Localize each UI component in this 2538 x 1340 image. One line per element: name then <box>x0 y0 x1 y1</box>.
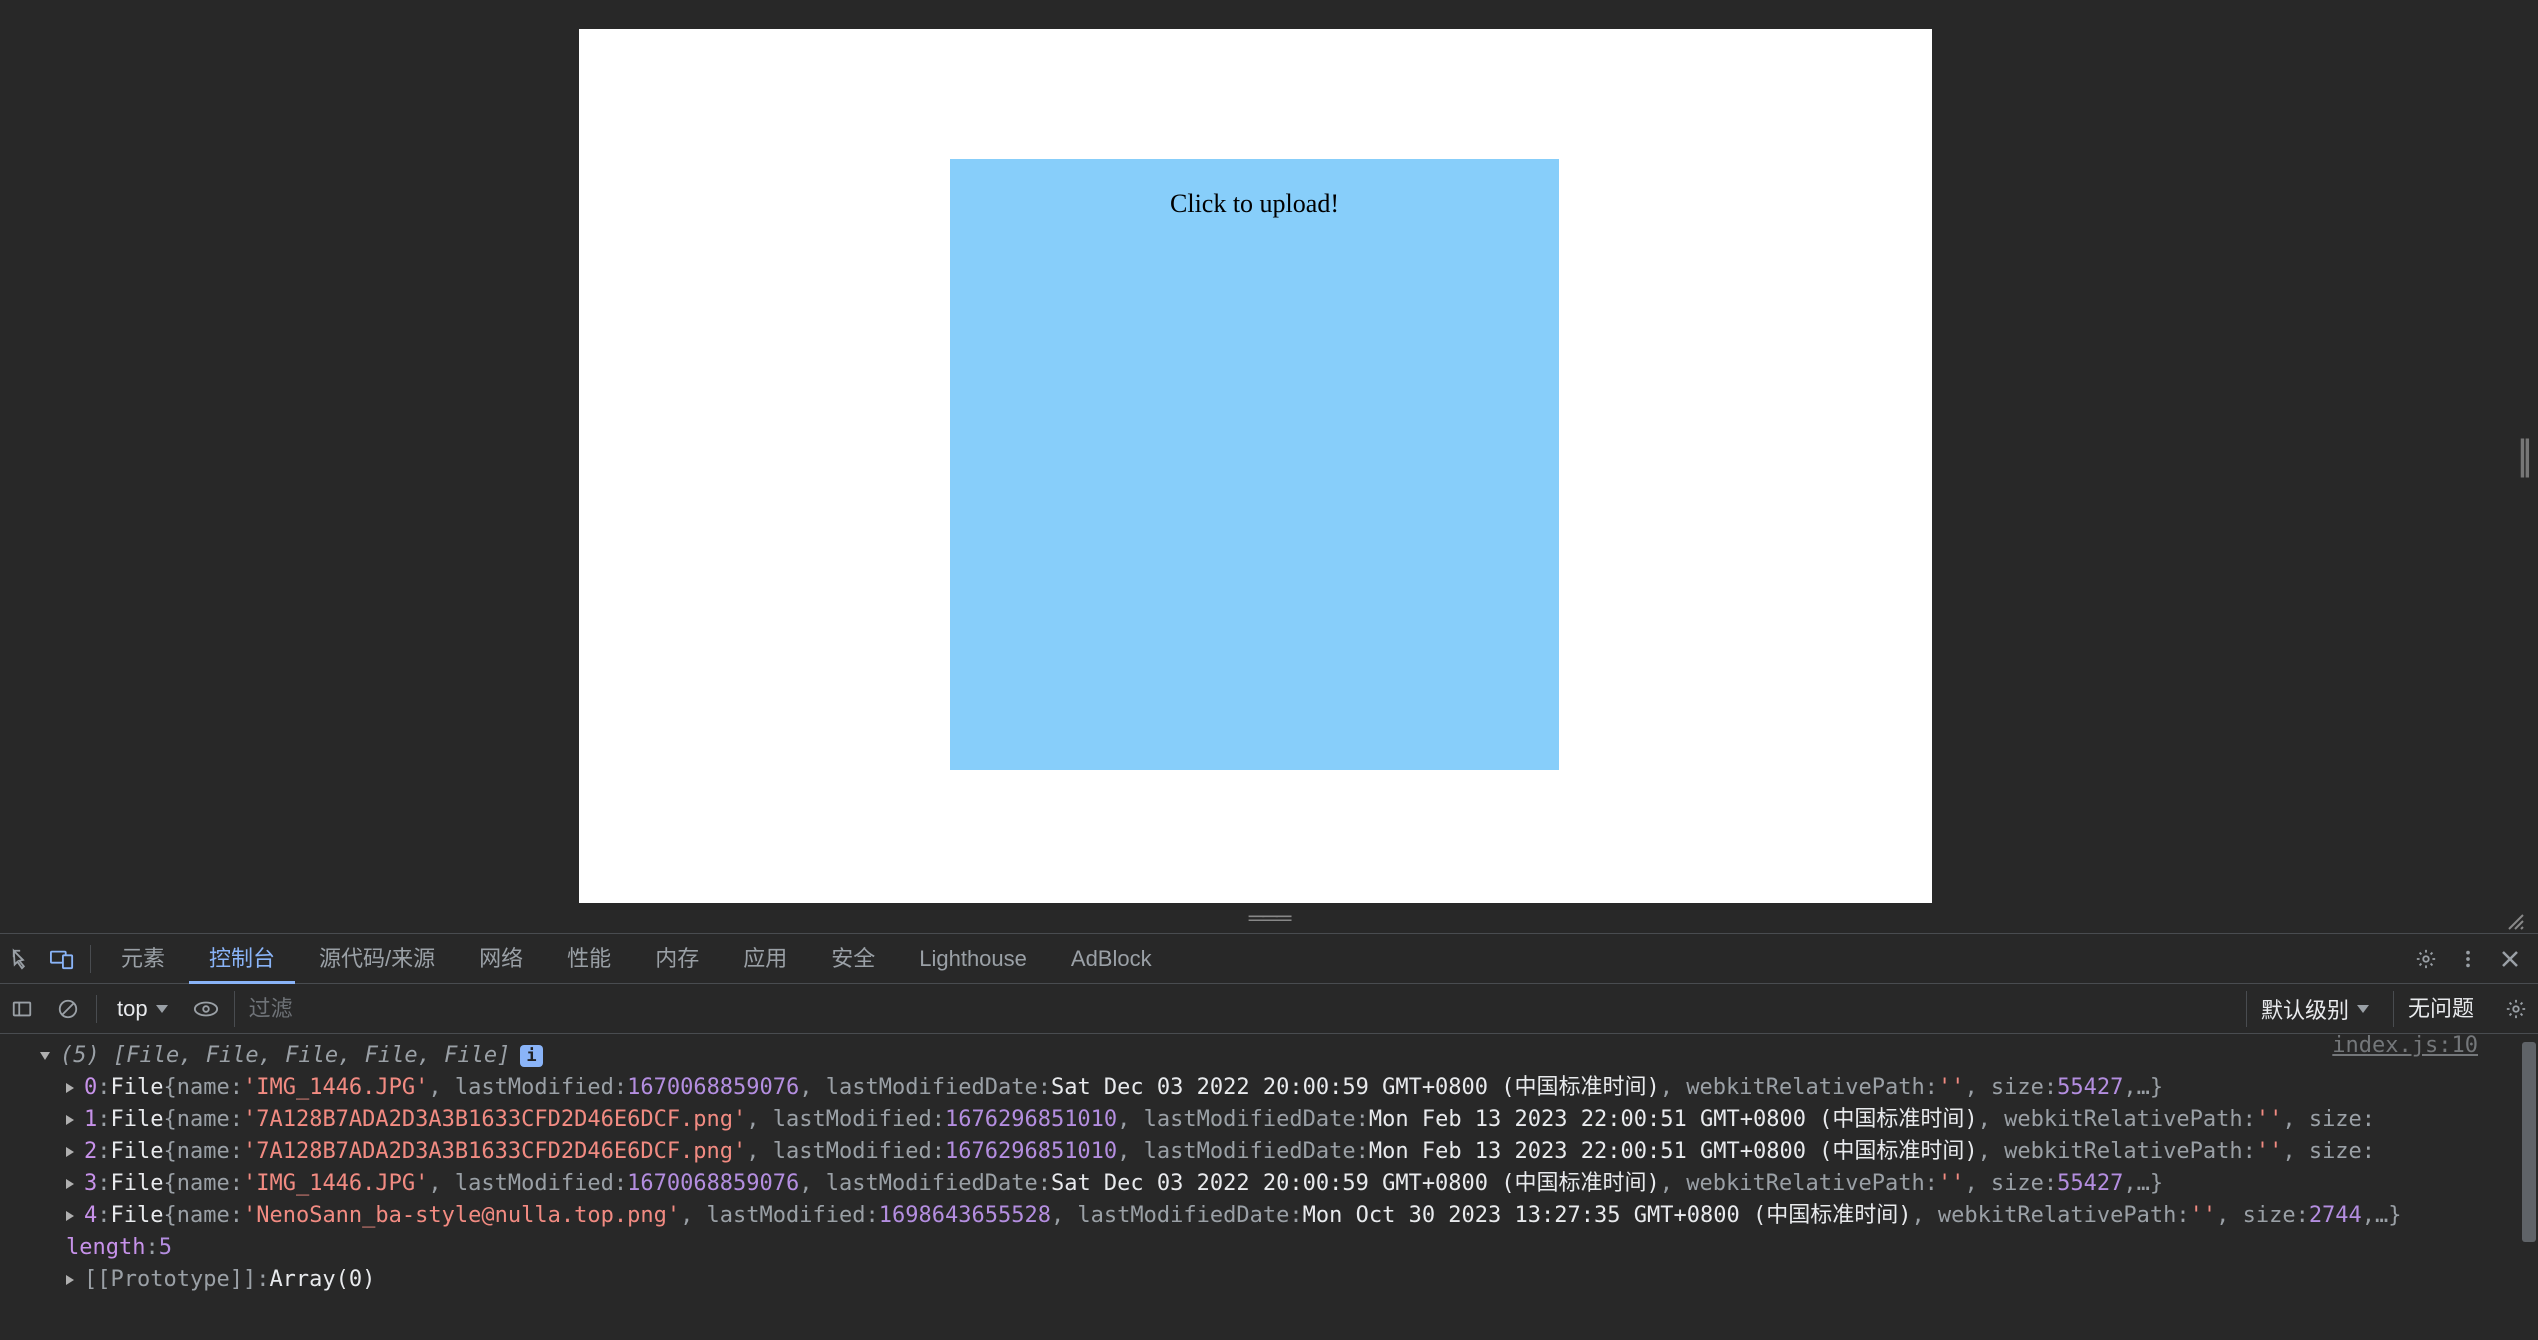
close-icon[interactable] <box>2492 941 2528 977</box>
scrollbar[interactable] <box>2520 1034 2538 1340</box>
console-toolbar: top 默认级别 无问题 <box>0 984 2538 1034</box>
file-entry-row[interactable]: 4: File {name: 'NenoSann_ba-style@nulla.… <box>10 1200 2528 1232</box>
issues-button[interactable]: 无问题 <box>2393 991 2488 1027</box>
tab-memory[interactable]: 内存 <box>635 934 719 984</box>
tab-sources[interactable]: 源代码/来源 <box>299 934 455 984</box>
context-label: top <box>117 996 148 1022</box>
tab-console[interactable]: 控制台 <box>189 934 295 984</box>
execution-context-select[interactable]: top <box>107 996 178 1022</box>
console-settings-icon[interactable] <box>2498 991 2534 1027</box>
chevron-down-icon <box>2357 1005 2369 1013</box>
source-link[interactable]: index.js:10 <box>2332 1034 2478 1062</box>
chevron-down-icon <box>156 1005 168 1013</box>
settings-icon[interactable] <box>2408 941 2444 977</box>
expand-toggle-icon[interactable] <box>66 1275 74 1285</box>
array-summary-row[interactable]: (5) [File, File, File, File, File] i <box>10 1040 2528 1072</box>
prototype-value: Array(0) <box>269 1264 375 1296</box>
tab-lighthouse[interactable]: Lighthouse <box>899 934 1047 984</box>
array-summary: (5) [File, File, File, File, File] <box>60 1040 510 1072</box>
expand-toggle-icon[interactable] <box>66 1211 74 1221</box>
devtools-tab-bar: 元素 控制台 源代码/来源 网络 性能 内存 应用 安全 Lighthouse … <box>0 934 2538 984</box>
expand-toggle-icon[interactable] <box>66 1083 74 1093</box>
length-key: length <box>66 1232 145 1264</box>
scrollbar-thumb[interactable] <box>2522 1042 2536 1242</box>
expand-toggle-icon[interactable] <box>66 1179 74 1189</box>
file-entry-row[interactable]: 1: File {name: '7A128B7ADA2D3A3B1633CFD2… <box>10 1104 2528 1136</box>
sidebar-toggle-icon[interactable] <box>4 991 40 1027</box>
tab-security[interactable]: 安全 <box>811 934 895 984</box>
file-entry-row[interactable]: 2: File {name: '7A128B7ADA2D3A3B1633CFD2… <box>10 1136 2528 1168</box>
expand-toggle-icon[interactable] <box>66 1147 74 1157</box>
file-entry-row[interactable]: 0: File {name: 'IMG_1446.JPG', lastModif… <box>10 1072 2528 1104</box>
expand-toggle-icon[interactable] <box>40 1052 50 1060</box>
more-icon[interactable] <box>2450 941 2486 977</box>
log-levels-select[interactable]: 默认级别 <box>2246 991 2383 1027</box>
divider <box>90 945 91 973</box>
page-canvas: Click to upload! <box>579 29 1932 903</box>
upload-label: Click to upload! <box>1170 189 1339 218</box>
resize-handle-bottom[interactable]: ═══ <box>1249 905 1290 931</box>
prototype-key: [[Prototype]] <box>84 1264 256 1296</box>
devtools-panel: 元素 控制台 源代码/来源 网络 性能 内存 应用 安全 Lighthouse … <box>0 933 2538 1340</box>
tab-elements[interactable]: 元素 <box>101 934 185 984</box>
filter-input[interactable] <box>234 991 2236 1027</box>
prototype-row[interactable]: [[Prototype]]: Array(0) <box>10 1264 2528 1296</box>
tab-adblock[interactable]: AdBlock <box>1051 934 1172 984</box>
device-toolbar-icon[interactable] <box>44 941 80 977</box>
divider <box>96 995 97 1023</box>
levels-label: 默认级别 <box>2261 993 2349 1025</box>
live-expression-icon[interactable] <box>188 991 224 1027</box>
console-output: index.js:10 (5) [File, File, File, File,… <box>0 1034 2538 1340</box>
info-badge[interactable]: i <box>520 1045 542 1067</box>
upload-dropzone[interactable]: Click to upload! <box>950 159 1559 770</box>
file-entry-row[interactable]: 3: File {name: 'IMG_1446.JPG', lastModif… <box>10 1168 2528 1200</box>
length-row[interactable]: length: 5 <box>10 1232 2528 1264</box>
expand-toggle-icon[interactable] <box>66 1115 74 1125</box>
tab-application[interactable]: 应用 <box>723 934 807 984</box>
viewport-area: Click to upload! || ═══ <box>0 0 2538 933</box>
resize-handle-right[interactable]: || <box>2517 445 2525 497</box>
resize-handle-corner[interactable] <box>2505 911 2525 931</box>
tab-performance[interactable]: 性能 <box>547 934 631 984</box>
tab-network[interactable]: 网络 <box>459 934 543 984</box>
inspect-element-icon[interactable] <box>4 941 40 977</box>
length-value: 5 <box>159 1232 172 1264</box>
clear-console-icon[interactable] <box>50 991 86 1027</box>
